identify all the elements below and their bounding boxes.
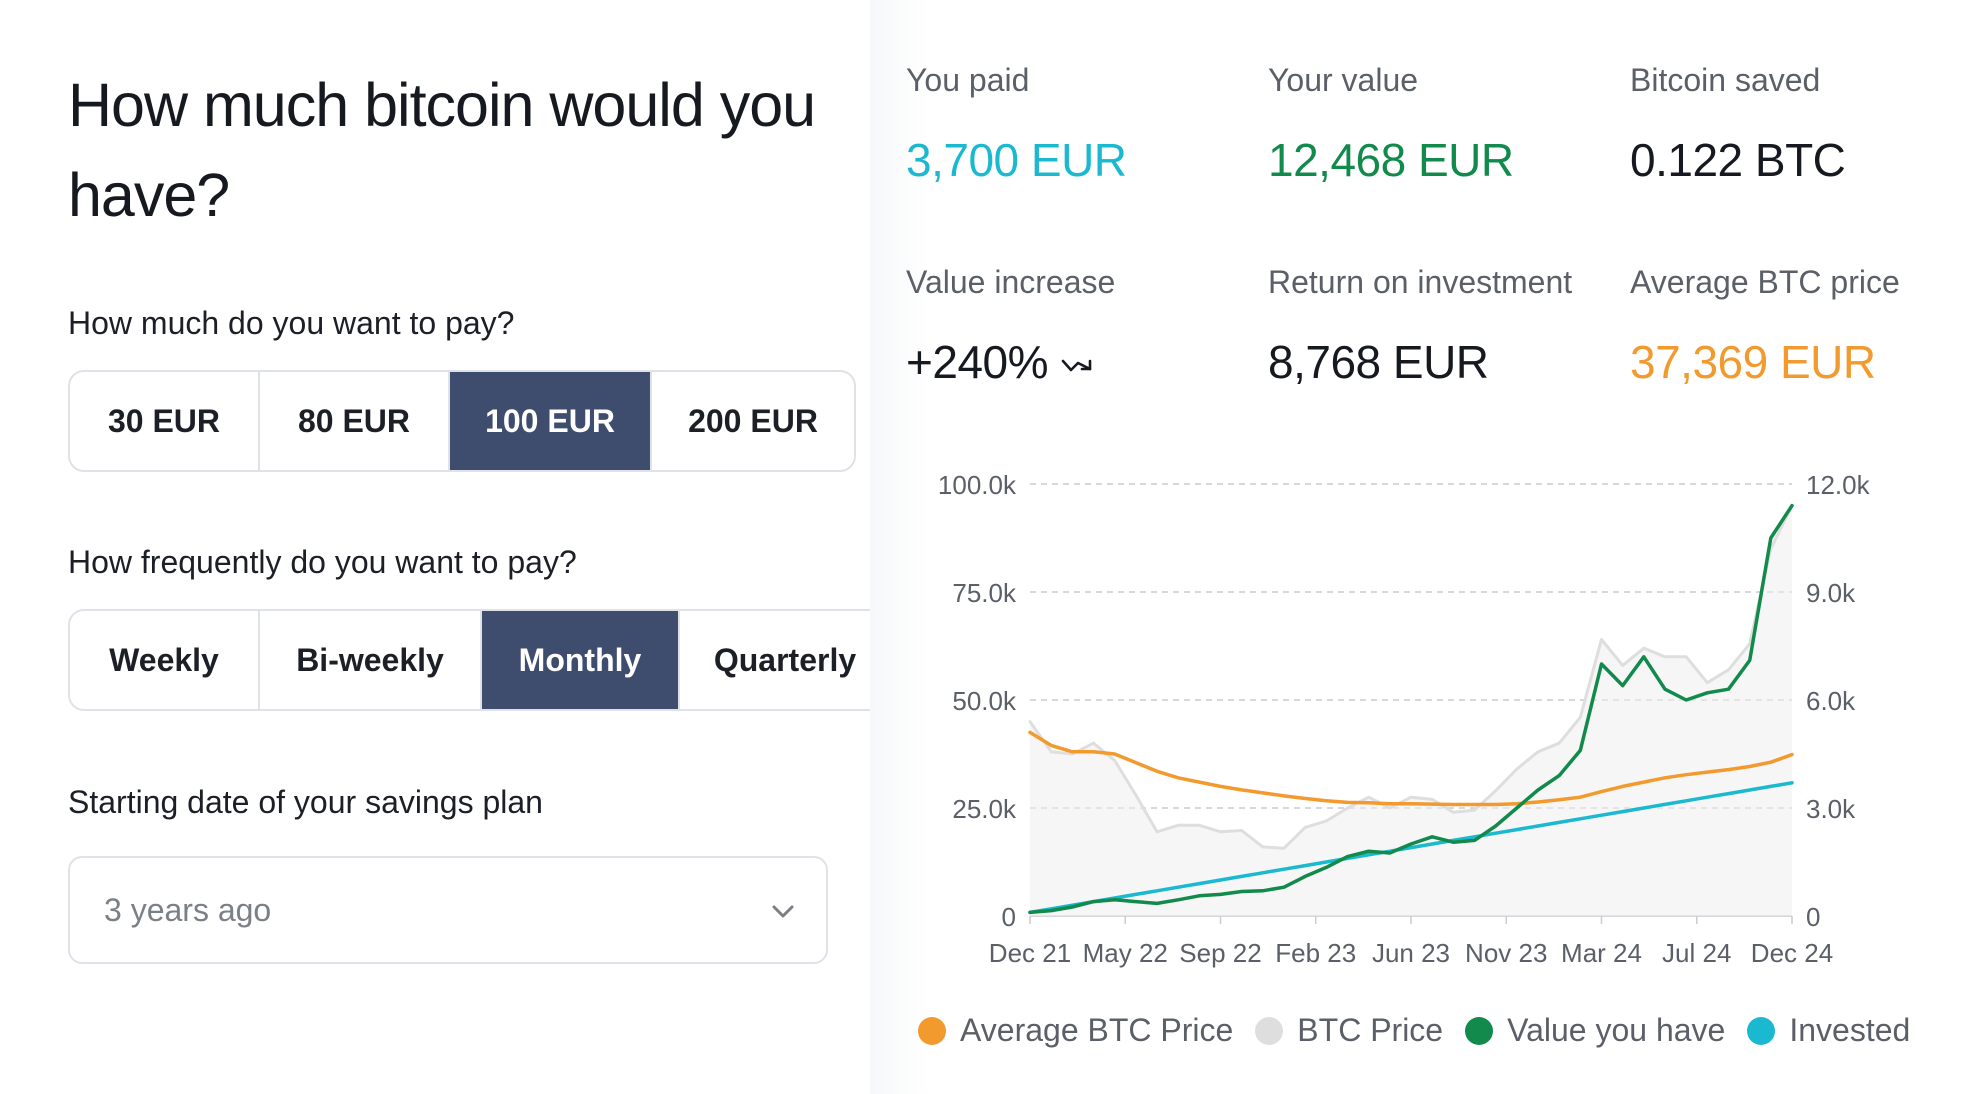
frequency-option-monthly[interactable]: Monthly [482,611,680,709]
frequency-selector: Weekly Bi-weekly Monthly Quarterly [68,609,892,711]
stat-bitcoin-saved-value: 0.122 BTC [1630,134,1846,186]
frequency-option-quarterly[interactable]: Quarterly [680,611,890,709]
calculator-panel: How much bitcoin would you have? How muc… [0,0,892,1094]
stat-your-value: Your value 12,468 EUR [1268,62,1514,187]
frequency-question: How frequently do you want to pay? [68,544,577,580]
legend-item[interactable]: BTC Price [1255,1012,1443,1049]
amount-question: How much do you want to pay? [68,305,515,341]
legend-dot-icon [918,1016,946,1045]
amount-option-200[interactable]: 200 EUR [652,372,854,470]
stat-you-paid-value: 3,700 EUR [906,134,1127,186]
legend-dot-icon [1747,1016,1776,1045]
start-date-label: Starting date of your savings plan [68,784,543,820]
amount-option-100[interactable]: 100 EUR [450,372,652,470]
legend-dot-icon [1465,1016,1494,1045]
stat-your-value-label: Your value [1268,62,1419,98]
legend-label: Value you have [1507,1012,1726,1048]
chart-legend: Average BTC Price BTC Price Value you have… [918,1012,1932,1049]
frequency-option-biweekly[interactable]: Bi-weekly [260,611,482,709]
frequency-option-weekly[interactable]: Weekly [70,611,260,709]
legend-item[interactable]: Value you have [1465,1012,1725,1049]
amount-option-80[interactable]: 80 EUR [260,372,450,470]
legend-item[interactable]: Average BTC Price [918,1012,1233,1049]
stat-roi-value: 8,768 EUR [1268,336,1489,388]
stat-you-paid-label: You paid [906,62,1030,98]
start-date-select[interactable]: 3 years ago [68,856,828,964]
stat-roi-label: Return on investment [1268,264,1573,300]
amount-option-30[interactable]: 30 EUR [70,372,260,470]
amount-selector: 30 EUR 80 EUR 100 EUR 200 EUR [68,370,856,472]
legend-item[interactable]: Invested [1747,1012,1910,1049]
stat-value-increase-row: +240% [906,335,1115,389]
start-date-value: 3 years ago [104,891,272,928]
stat-you-paid: You paid 3,700 EUR [906,62,1127,187]
chevron-down-icon [772,905,794,918]
trend-arrow-icon [1061,359,1092,372]
legend-label: BTC Price [1297,1012,1444,1048]
stat-your-value-value: 12,468 EUR [1268,134,1514,186]
stat-value-increase-label: Value increase [906,264,1116,300]
legend-label: Average BTC Price [960,1012,1234,1048]
page-title: How much bitcoin would you have? [68,71,816,229]
legend-dot-icon [1255,1016,1284,1045]
stat-avg-price-label: Average BTC price [1630,264,1900,300]
stat-return-on-investment: Return on investment 8,768 EUR [1268,264,1572,389]
legend-label: Invested [1789,1012,1911,1048]
stat-bitcoin-saved: Bitcoin saved 0.122 BTC [1630,62,1846,187]
stat-bitcoin-saved-label: Bitcoin saved [1630,62,1821,98]
stat-average-btc-price: Average BTC price 37,369 EUR [1630,264,1900,389]
stat-avg-price-value: 37,369 EUR [1630,336,1876,388]
stat-value-increase-value: +240% [906,336,1049,388]
stat-value-increase: Value increase +240% [906,264,1115,389]
